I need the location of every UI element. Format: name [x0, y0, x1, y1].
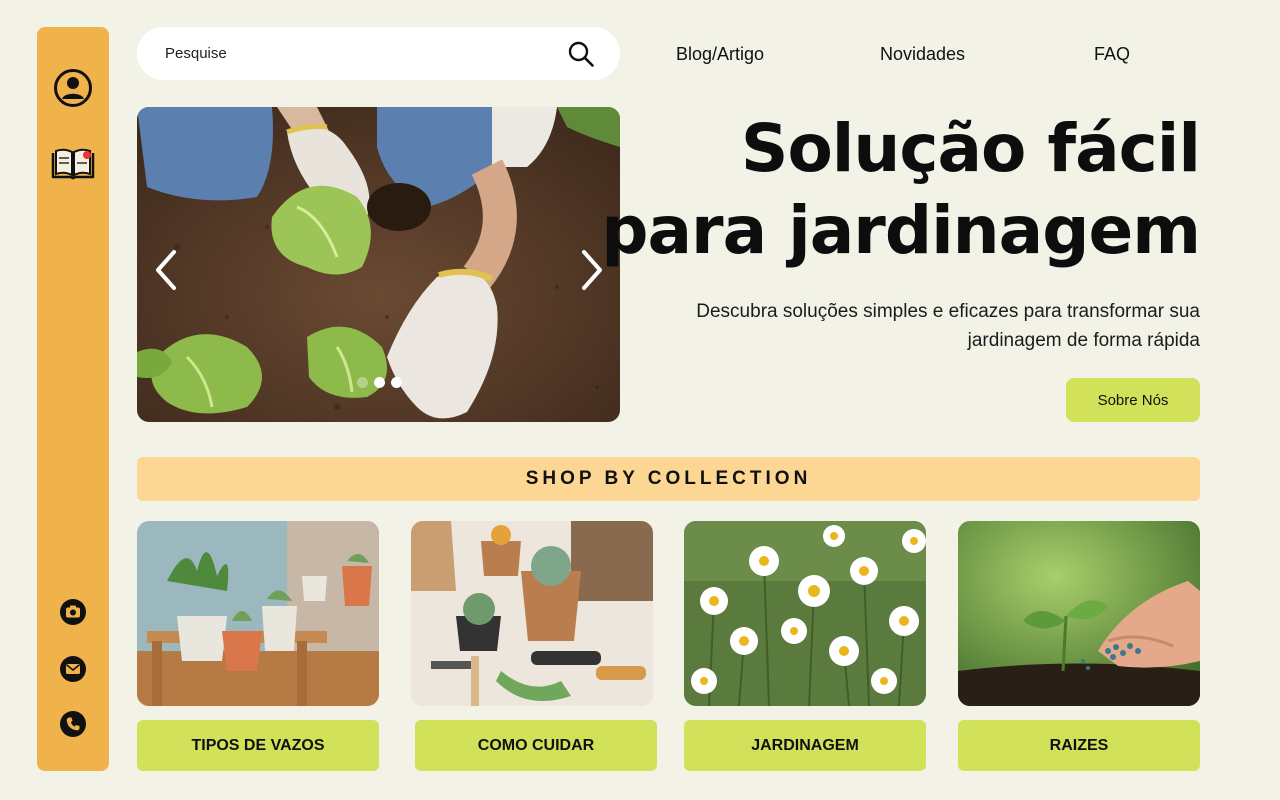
- nav-news-link[interactable]: Novidades: [880, 44, 965, 65]
- hero-subtitle-line1: Descubra soluções simples e eficazes par…: [696, 301, 1200, 322]
- hero-subtitle: Descubra soluções simples e eficazes par…: [620, 297, 1200, 355]
- sidebar: [37, 27, 109, 771]
- gardening-photo: [137, 107, 620, 422]
- user-icon[interactable]: [53, 68, 93, 108]
- care-collection-image[interactable]: [411, 521, 653, 706]
- care-collection-button[interactable]: COMO CUIDAR: [415, 720, 657, 771]
- carousel-prev-button[interactable]: [149, 247, 183, 293]
- about-us-button[interactable]: Sobre Nós: [1066, 378, 1200, 422]
- hero-subtitle-line2: jardinagem de forma rápida: [967, 330, 1200, 351]
- camera-icon[interactable]: [59, 598, 87, 626]
- carousel-dot[interactable]: [357, 377, 368, 388]
- pots-collection-image[interactable]: [137, 521, 379, 706]
- roots-collection-button[interactable]: RAIZES: [958, 720, 1200, 771]
- search-input[interactable]: [165, 45, 566, 62]
- gardening-collection-image[interactable]: [684, 521, 926, 706]
- nav-faq-link[interactable]: FAQ: [1094, 44, 1130, 65]
- chevron-left-icon: [156, 250, 176, 290]
- nav-blog-link[interactable]: Blog/Artigo: [676, 44, 764, 65]
- roots-collection-image[interactable]: [958, 521, 1200, 706]
- book-icon[interactable]: [51, 147, 95, 183]
- hero-carousel: [137, 107, 620, 422]
- hero-title-line1: Solução fácil: [740, 110, 1201, 187]
- hero-title-line2: para jardinagem: [601, 192, 1201, 269]
- collection-heading: SHOP BY COLLECTION: [137, 457, 1200, 501]
- phone-icon[interactable]: [59, 710, 87, 738]
- pots-collection-button[interactable]: TIPOS DE VAZOS: [137, 720, 379, 771]
- carousel-dots: [357, 377, 402, 388]
- search-icon[interactable]: [566, 39, 596, 69]
- search-bar: [137, 27, 620, 80]
- mail-icon[interactable]: [59, 655, 87, 683]
- carousel-dot[interactable]: [391, 377, 402, 388]
- hero-title: Solução fácil para jardinagem: [600, 108, 1201, 272]
- gardening-collection-button[interactable]: JARDINAGEM: [684, 720, 926, 771]
- carousel-dot[interactable]: [374, 377, 385, 388]
